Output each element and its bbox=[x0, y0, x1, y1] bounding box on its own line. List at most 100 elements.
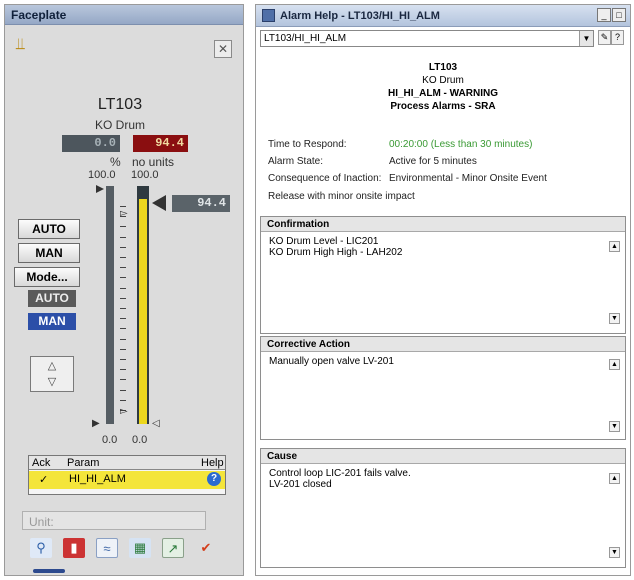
col-param: Param bbox=[67, 457, 100, 469]
sp-unit: no units bbox=[132, 155, 175, 169]
tuning-icon[interactable]: ▦ bbox=[129, 538, 151, 558]
chevron-down-icon[interactable]: ▼ bbox=[579, 31, 593, 46]
corrective-action-section: Corrective Action Manually open valve LV… bbox=[260, 336, 626, 440]
alarm-tag: LT103 bbox=[428, 62, 458, 73]
ramp-up-icon[interactable]: △ bbox=[34, 359, 70, 373]
corrective-action-title: Corrective Action bbox=[261, 337, 625, 352]
scale-tick bbox=[120, 236, 126, 238]
time-to-respond-value: 00:20:00 (Less than 30 minutes) bbox=[389, 139, 533, 150]
confirmation-line: KO Drum Level - LIC201 bbox=[269, 236, 379, 247]
sp-value[interactable]: 94.4 bbox=[133, 135, 188, 152]
col-help: Help bbox=[201, 457, 224, 469]
pin-icon[interactable]: ⫫ bbox=[16, 36, 25, 54]
sp-scale-min: 0.0 bbox=[132, 434, 148, 446]
mode-button[interactable]: Mode... bbox=[14, 267, 80, 287]
scale-tick bbox=[120, 226, 126, 228]
table-row[interactable]: ✓ HI_HI_ALM ? bbox=[29, 471, 225, 489]
mode-indicator-man: MAN bbox=[28, 313, 76, 330]
alarm-name: HI_HI_ALM - WARNING bbox=[388, 88, 498, 99]
man-button[interactable]: MAN bbox=[18, 243, 80, 263]
pv-scale-min: 0.0 bbox=[102, 434, 118, 446]
toolbar-selection-indicator bbox=[33, 569, 65, 573]
time-to-respond-label: Time to Respond: bbox=[268, 139, 347, 150]
pv-bar bbox=[106, 186, 114, 424]
release-text: Release with minor onsite impact bbox=[268, 191, 415, 202]
confirmation-body: KO Drum Level - LIC201 KO Drum High High… bbox=[261, 232, 625, 262]
scale-tick bbox=[120, 206, 126, 207]
confirmation-section: Confirmation KO Drum Level - LIC201 KO D… bbox=[260, 216, 626, 334]
alarm-state-label: Alarm State: bbox=[268, 156, 324, 167]
check-pencil-icon[interactable]: ✔ bbox=[195, 538, 217, 558]
alarm-table-header: Ack Param Help bbox=[29, 456, 225, 470]
ramp-down-icon[interactable]: ▽ bbox=[34, 375, 70, 389]
pv-value: 0.0 bbox=[62, 135, 120, 152]
scale-tick bbox=[120, 297, 126, 299]
auto-button[interactable]: AUTO bbox=[18, 219, 80, 239]
unit-field: Unit: bbox=[22, 511, 206, 530]
corrective-action-body: Manually open valve LV-201 bbox=[261, 352, 625, 371]
consequence-label: Consequence of Inaction: bbox=[268, 173, 382, 184]
scroll-up-icon[interactable]: ▲ bbox=[609, 241, 620, 252]
faceplate-tag: LT103 bbox=[97, 96, 143, 113]
alarm-help-window: Alarm Help - LT103/HI_HI_ALM _ □ LT103/HI… bbox=[255, 4, 631, 576]
scroll-down-icon[interactable]: ▼ bbox=[609, 421, 620, 432]
cause-line: LV-201 closed bbox=[269, 479, 332, 490]
scroll-up-icon[interactable]: ▲ bbox=[609, 473, 620, 484]
alarm-param[interactable]: HI_HI_ALM bbox=[69, 473, 126, 485]
window-buttons: _ □ bbox=[596, 8, 626, 22]
scale-tick bbox=[120, 348, 126, 350]
pv-high-marker bbox=[96, 185, 104, 193]
alarm-category: Process Alarms - SRA bbox=[390, 101, 496, 112]
faceplate-toolbar: ⚲ ▮ ≈ ▦ ↗ ✔ bbox=[30, 538, 230, 562]
alarm-select[interactable]: LT103/HI_HI_ALM ▼ bbox=[260, 30, 594, 47]
cause-section: Cause Control loop LIC-201 fails valve. … bbox=[260, 448, 626, 568]
scale-tick bbox=[120, 318, 126, 320]
scale-tick bbox=[120, 379, 126, 381]
confirmation-title: Confirmation bbox=[261, 217, 625, 232]
help-icon[interactable]: ? bbox=[207, 472, 221, 486]
scale-tick bbox=[120, 246, 126, 248]
sp-scale-max: 100.0 bbox=[131, 169, 159, 181]
ramp-control: △ ▽ bbox=[30, 356, 74, 392]
scale-tick bbox=[120, 308, 126, 309]
alarm-select-value: LT103/HI_HI_ALM bbox=[264, 33, 347, 44]
search-icon[interactable]: ⚲ bbox=[30, 538, 52, 558]
pv-arrow-icon: ▻ bbox=[120, 406, 128, 417]
close-icon[interactable]: ✕ bbox=[214, 40, 232, 58]
setpoint-pointer[interactable] bbox=[152, 195, 166, 211]
scroll-up-icon[interactable]: ▲ bbox=[609, 359, 620, 370]
maximize-icon[interactable]: □ bbox=[612, 8, 626, 22]
scale-tick bbox=[120, 267, 126, 269]
scroll-down-icon[interactable]: ▼ bbox=[609, 313, 620, 324]
chart-icon[interactable]: ↗ bbox=[162, 538, 184, 558]
mode-indicator-auto: AUTO bbox=[28, 290, 76, 307]
scale-tick bbox=[120, 359, 126, 360]
alarm-description: KO Drum bbox=[422, 75, 464, 86]
edit-icon[interactable]: ✎ bbox=[598, 30, 611, 45]
pv-low-marker-icon: ▶ bbox=[92, 418, 100, 429]
alarm-help-titlebar: Alarm Help - LT103/HI_HI_ALM _ □ bbox=[256, 5, 630, 27]
help-icon[interactable]: ? bbox=[611, 30, 624, 45]
trend-icon[interactable]: ≈ bbox=[96, 538, 118, 558]
pv-arrow-icon: ▻ bbox=[120, 208, 128, 219]
sp-low-marker-icon: ◁ bbox=[152, 418, 160, 429]
scale-tick bbox=[120, 257, 126, 258]
notebook-icon[interactable]: ▮ bbox=[63, 538, 85, 558]
scale-tick bbox=[120, 338, 126, 340]
pv-unit: % bbox=[110, 155, 121, 169]
alarm-help-title: Alarm Help - LT103/HI_HI_ALM bbox=[280, 10, 440, 22]
scale-tick bbox=[120, 277, 126, 279]
minimize-icon[interactable]: _ bbox=[597, 8, 611, 22]
ack-check-icon[interactable]: ✓ bbox=[39, 473, 48, 486]
scale-ticks bbox=[120, 206, 128, 420]
cause-line: Control loop LIC-201 fails valve. bbox=[269, 468, 411, 479]
app-icon bbox=[262, 9, 275, 22]
scale-tick bbox=[120, 287, 126, 289]
scroll-down-icon[interactable]: ▼ bbox=[609, 547, 620, 558]
consequence-value: Environmental - Minor Onsite Event bbox=[389, 173, 547, 184]
alarm-table: Ack Param Help ✓ HI_HI_ALM ? bbox=[28, 455, 226, 495]
pv-scale-max: 100.0 bbox=[88, 169, 116, 181]
scale-tick bbox=[120, 389, 126, 391]
cause-title: Cause bbox=[261, 449, 625, 464]
corrective-action-line: Manually open valve LV-201 bbox=[269, 356, 394, 367]
